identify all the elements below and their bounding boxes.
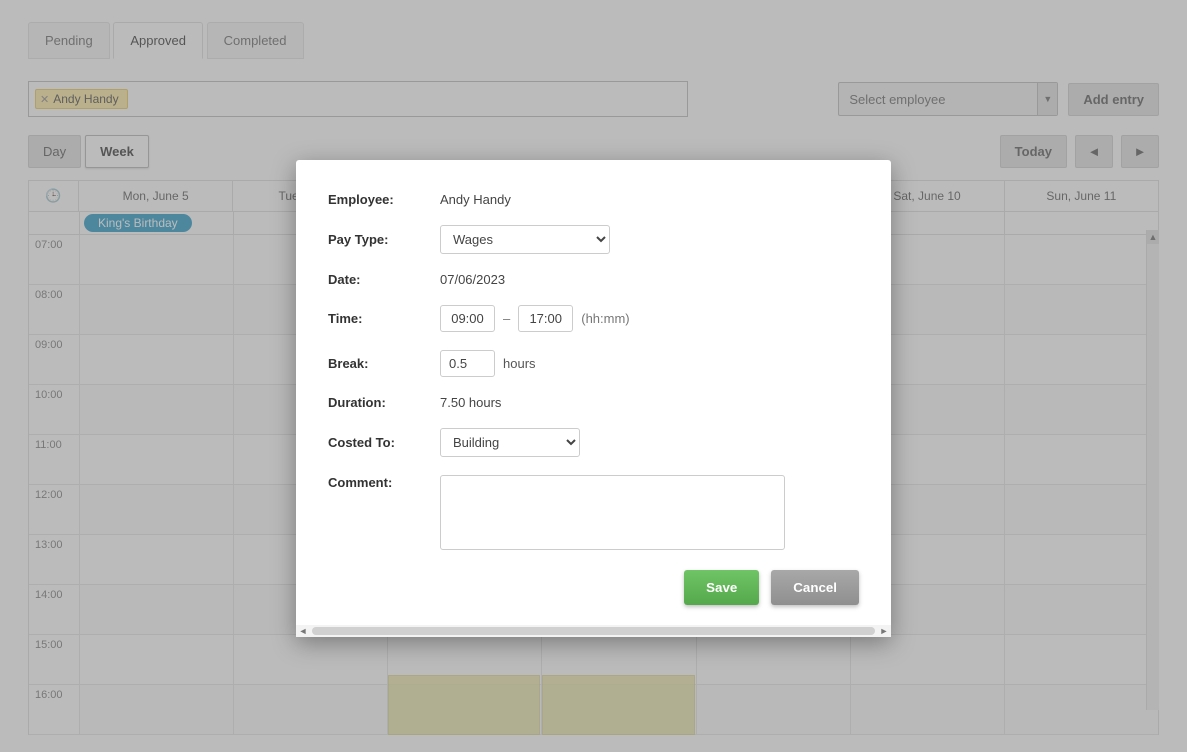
comment-label: Comment: (328, 475, 440, 490)
scroll-left-icon[interactable]: ◄ (296, 626, 310, 636)
break-label: Break: (328, 356, 440, 371)
scroll-right-icon[interactable]: ► (877, 626, 891, 636)
date-value: 07/06/2023 (440, 272, 505, 287)
employee-value: Andy Handy (440, 192, 511, 207)
pay-type-label: Pay Type: (328, 232, 440, 247)
scroll-track[interactable] (312, 627, 875, 635)
costed-to-select[interactable]: Building (440, 428, 580, 457)
duration-value: 7.50 hours (440, 395, 501, 410)
modal-overlay: Employee: Andy Handy Pay Type: Wages Dat… (0, 0, 1187, 752)
date-label: Date: (328, 272, 440, 287)
break-unit: hours (503, 356, 536, 371)
time-label: Time: (328, 311, 440, 326)
time-to-input[interactable] (518, 305, 573, 332)
duration-label: Duration: (328, 395, 440, 410)
save-button[interactable]: Save (684, 570, 759, 605)
horizontal-scrollbar[interactable]: ◄ ► (296, 625, 891, 637)
time-hint: (hh:mm) (581, 311, 629, 326)
break-input[interactable] (440, 350, 495, 377)
pay-type-select[interactable]: Wages (440, 225, 610, 254)
time-separator: – (503, 311, 510, 326)
employee-label: Employee: (328, 192, 440, 207)
timesheet-page: Pending Approved Completed ✕ Andy Handy … (0, 0, 1187, 752)
time-from-input[interactable] (440, 305, 495, 332)
comment-textarea[interactable] (440, 475, 785, 550)
cancel-button[interactable]: Cancel (771, 570, 859, 605)
costed-to-label: Costed To: (328, 435, 440, 450)
entry-modal: Employee: Andy Handy Pay Type: Wages Dat… (296, 160, 891, 637)
